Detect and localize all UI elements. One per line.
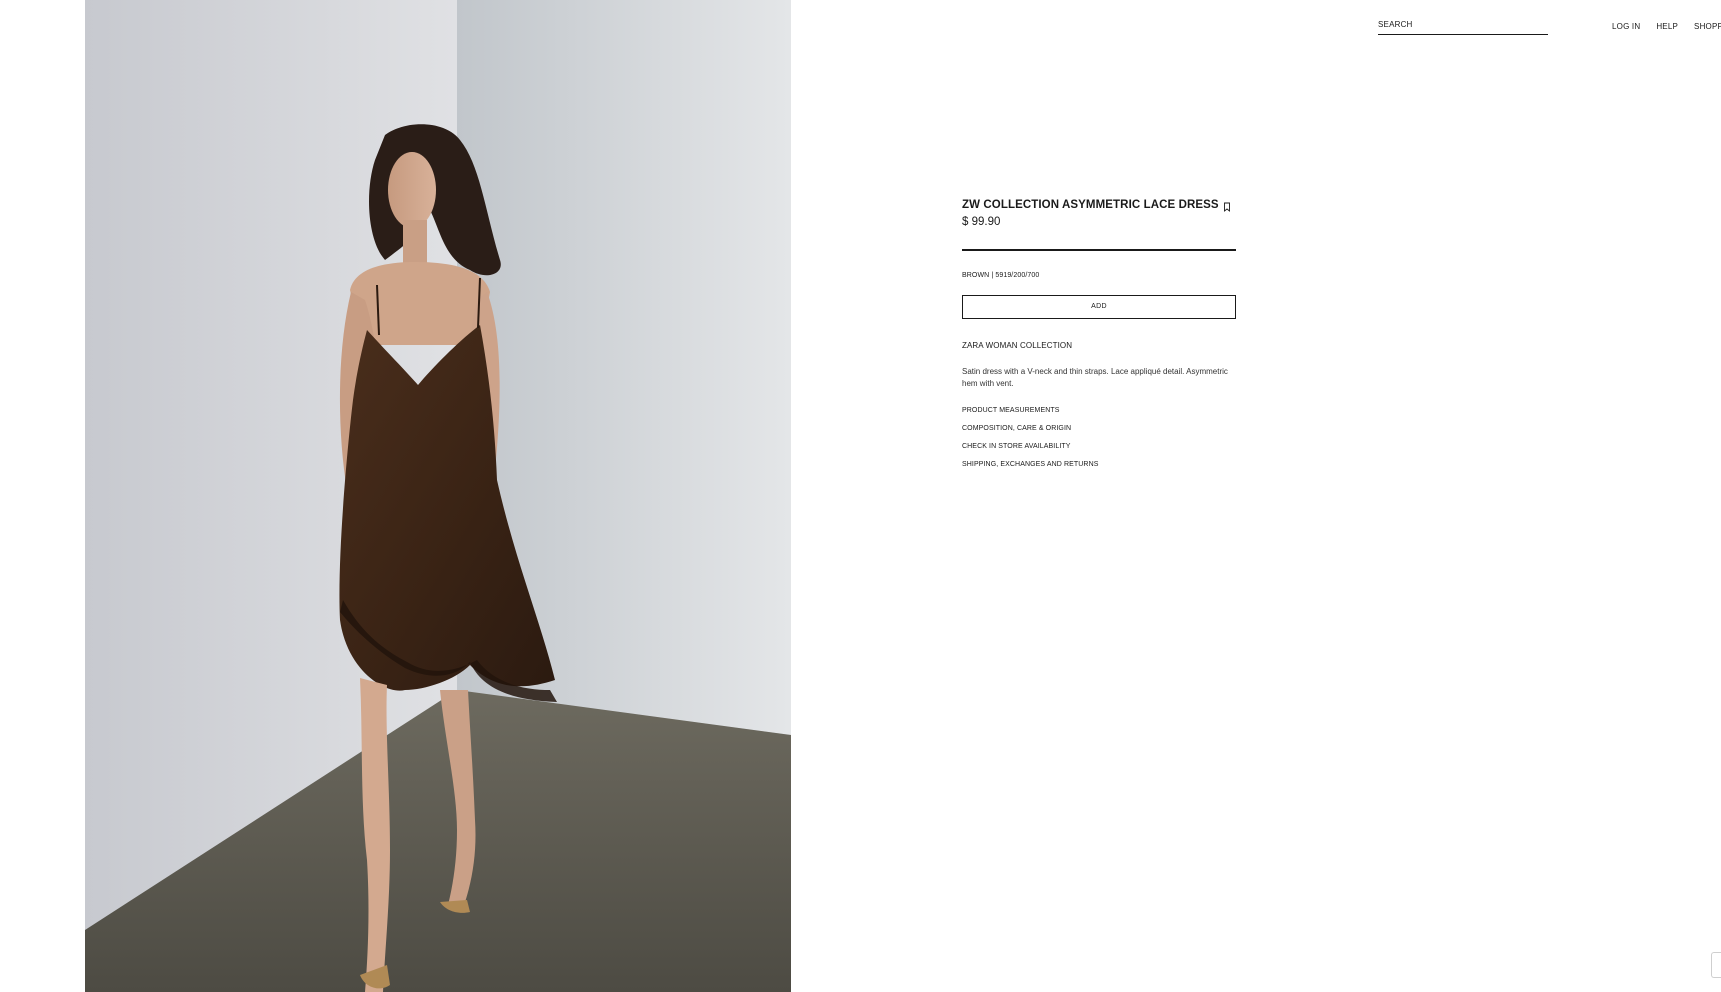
product-description: Satin dress with a V-neck and thin strap…: [962, 366, 1228, 388]
search-input[interactable]: [1378, 14, 1548, 35]
title-row: ZW COLLECTION ASYMMETRIC LACE DRESS: [962, 198, 1236, 212]
product-measurements-link[interactable]: PRODUCT MEASUREMENTS: [962, 405, 1236, 423]
top-navigation: LOG IN HELP SHOPPING: [1612, 22, 1721, 31]
product-image[interactable]: [85, 0, 791, 992]
shipping-returns-link[interactable]: SHIPPING, EXCHANGES AND RETURNS: [962, 459, 1236, 477]
product-page: LOG IN HELP SHOPPING ZW COLLECTION ASYMM…: [0, 0, 1721, 992]
model-photo-illustration: [85, 0, 791, 992]
chat-tab[interactable]: [1711, 952, 1721, 978]
help-link[interactable]: HELP: [1656, 22, 1678, 31]
login-link[interactable]: LOG IN: [1612, 22, 1640, 31]
product-detail-links: PRODUCT MEASUREMENTS COMPOSITION, CARE &…: [962, 405, 1236, 477]
add-to-bag-button[interactable]: ADD: [962, 294, 1236, 319]
composition-care-origin-link[interactable]: COMPOSITION, CARE & ORIGIN: [962, 423, 1236, 441]
color-reference: BROWN | 5919/200/700: [962, 271, 1040, 279]
product-price: $ 99.90: [962, 216, 1001, 228]
shopping-bag-link[interactable]: SHOPPING: [1694, 22, 1721, 31]
collection-name: ZARA WOMAN COLLECTION: [962, 340, 1073, 350]
product-title: ZW COLLECTION ASYMMETRIC LACE DRESS: [962, 199, 1219, 211]
bookmark-icon[interactable]: [1222, 199, 1232, 212]
store-availability-link[interactable]: CHECK IN STORE AVAILABILITY: [962, 441, 1236, 459]
search-field[interactable]: [1378, 14, 1548, 35]
divider: [962, 249, 1236, 251]
product-info-panel: ZW COLLECTION ASYMMETRIC LACE DRESS $ 99…: [962, 198, 1236, 477]
